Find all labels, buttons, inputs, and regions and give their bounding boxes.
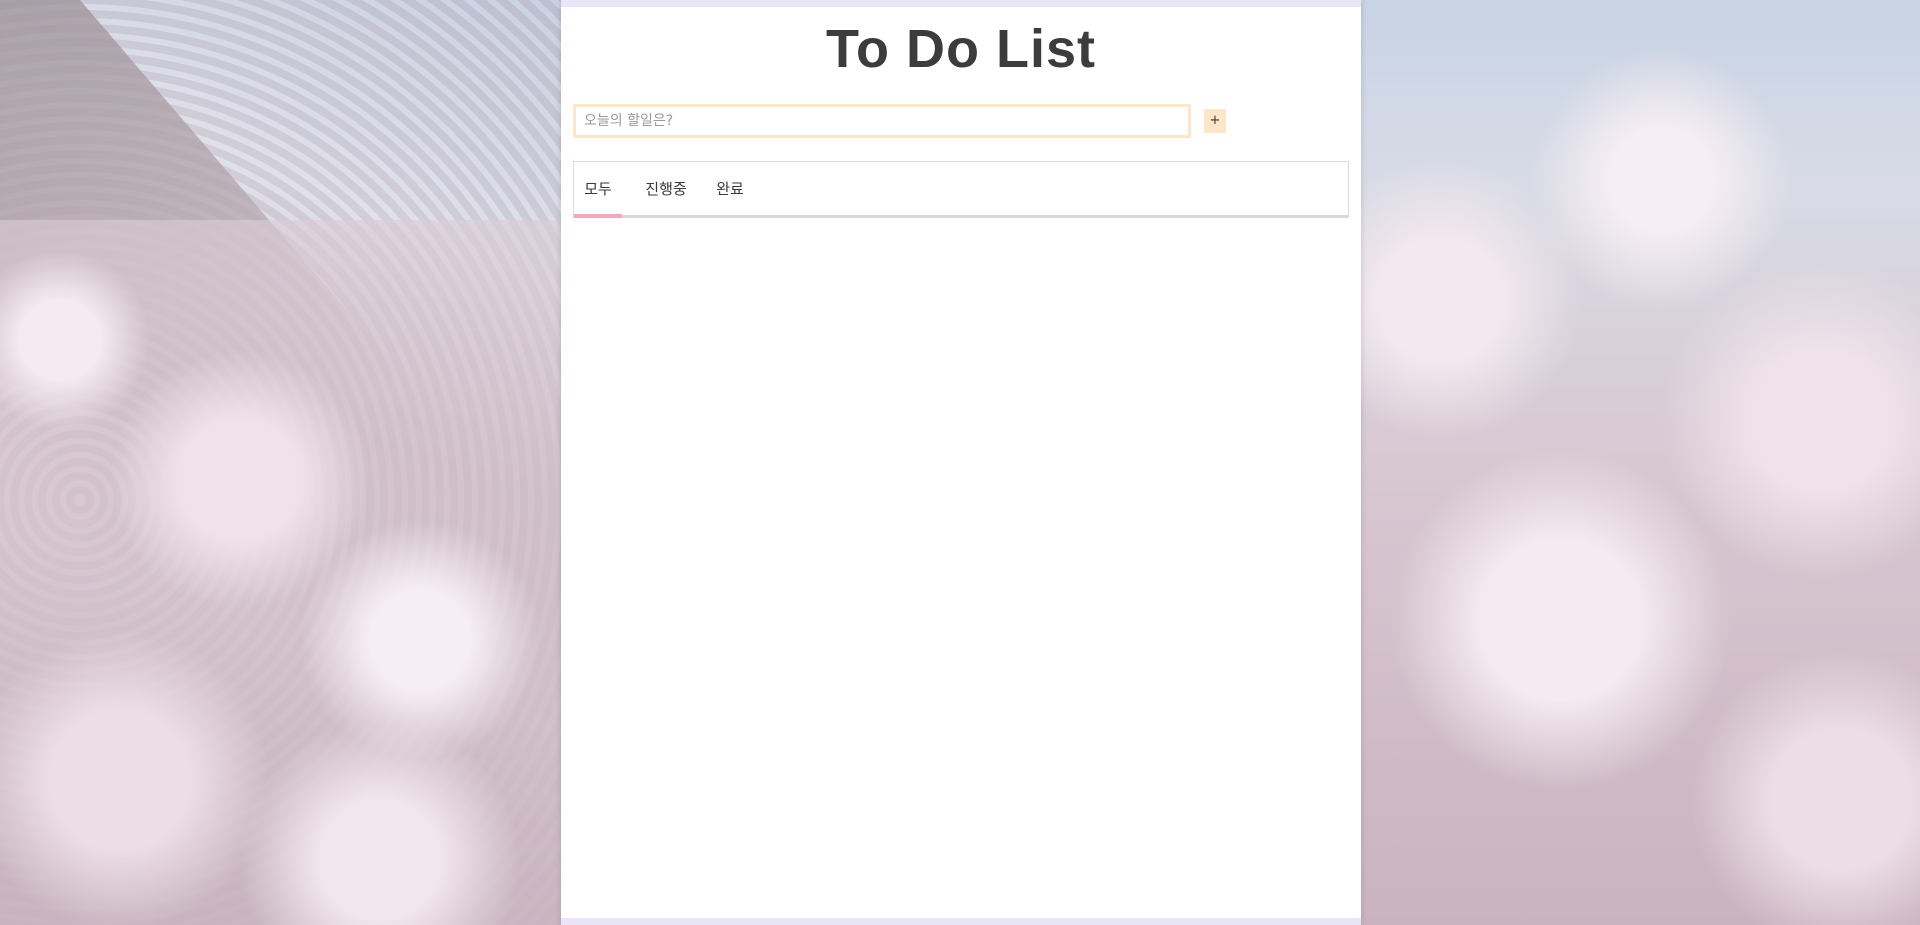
add-task-button[interactable]: + [1204, 109, 1226, 133]
filter-tabs: 모두 진행중 완료 [573, 161, 1349, 218]
todo-container: To Do List + 모두 진행중 완료 [561, 0, 1361, 925]
page-title: To Do List [826, 19, 1096, 79]
background-cherry-blossoms-left [0, 220, 561, 925]
task-input[interactable] [573, 104, 1191, 138]
tab-in-progress[interactable]: 진행중 [640, 162, 692, 216]
active-tab-underline [574, 214, 622, 218]
background-image-left [0, 0, 561, 925]
page: To Do List + 모두 진행중 완료 [0, 0, 1920, 925]
background-cherry-blossoms-right [1361, 0, 1920, 925]
tab-all[interactable]: 모두 [574, 162, 622, 216]
task-input-row: + [573, 104, 1353, 138]
tab-done[interactable]: 완료 [712, 162, 748, 216]
